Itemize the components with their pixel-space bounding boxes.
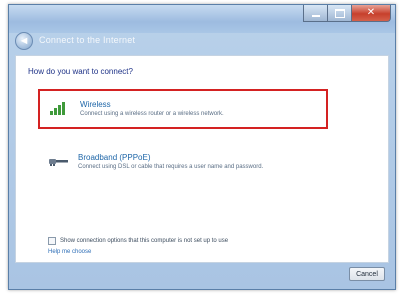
title-bar[interactable]: ✕ xyxy=(9,5,395,33)
show-options-checkbox-row[interactable]: Show connection options that this comput… xyxy=(48,237,228,245)
page-heading: How do you want to connect? xyxy=(28,67,133,76)
wizard-title: Connect to the Internet xyxy=(39,35,136,45)
help-me-choose-link[interactable]: Help me choose xyxy=(48,249,91,255)
wizard-content: How do you want to connect? Wireless Con… xyxy=(15,55,389,263)
option-description: Connect using DSL or cable that requires… xyxy=(78,164,264,170)
option-wireless[interactable]: Wireless Connect using a wireless router… xyxy=(38,89,328,129)
show-options-checkbox[interactable] xyxy=(48,237,56,245)
broadband-cable-icon xyxy=(48,154,70,168)
option-broadband[interactable]: Broadband (PPPoE) Connect using DSL or c… xyxy=(38,144,328,184)
connect-wizard-window: ✕ ◄ Connect to the Internet How do you w… xyxy=(8,4,396,290)
option-title: Broadband (PPPoE) xyxy=(78,153,151,162)
close-icon: ✕ xyxy=(366,7,376,18)
option-description: Connect using a wireless router or a wir… xyxy=(80,111,224,117)
cancel-button[interactable]: Cancel xyxy=(349,267,385,281)
checkbox-label: Show connection options that this comput… xyxy=(60,238,229,244)
back-button[interactable]: ◄ xyxy=(15,32,33,50)
close-button[interactable]: ✕ xyxy=(351,5,391,22)
wireless-signal-icon xyxy=(50,101,72,115)
caption-buttons: ✕ xyxy=(303,5,391,23)
minimize-button[interactable] xyxy=(303,5,327,22)
back-arrow-icon: ◄ xyxy=(18,35,30,47)
option-title: Wireless xyxy=(80,100,111,109)
maximize-button[interactable] xyxy=(327,5,351,22)
